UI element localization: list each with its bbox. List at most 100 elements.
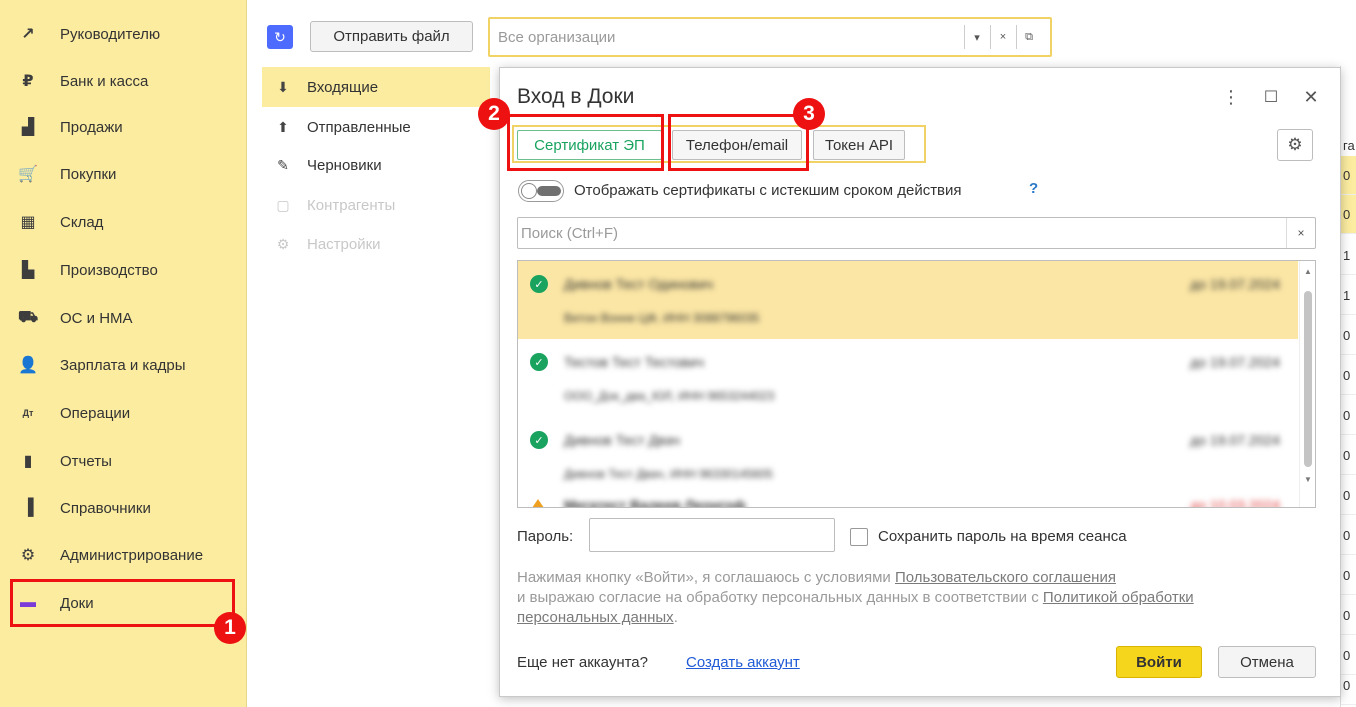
expired-certs-toggle[interactable] bbox=[518, 180, 564, 202]
nav-settings[interactable]: ⚙ Настройки bbox=[262, 224, 490, 264]
close-icon[interactable]: ✕ bbox=[1300, 86, 1322, 108]
table-cell[interactable]: 1 bbox=[1341, 276, 1356, 315]
table-cell[interactable]: 0 bbox=[1341, 356, 1356, 395]
sidebar-item-directories[interactable]: ▐ Справочники bbox=[0, 484, 247, 532]
organization-select[interactable]: Все организации ▾ × ⧉ bbox=[488, 17, 1052, 57]
search-input[interactable] bbox=[518, 218, 1286, 248]
highlight-phone-tab bbox=[668, 114, 809, 171]
login-button[interactable]: Войти bbox=[1116, 646, 1202, 678]
create-account-link[interactable]: Создать аккаунт bbox=[686, 654, 800, 671]
sidebar-item-purchases[interactable]: 🛒 Покупки bbox=[0, 150, 247, 198]
cert-search: × bbox=[517, 217, 1316, 249]
sidebar-item-label: ОС и НМА bbox=[60, 309, 133, 327]
nav-sent[interactable]: ⬆ Отправленные bbox=[262, 107, 490, 147]
maximize-icon[interactable]: ☐ bbox=[1260, 86, 1282, 108]
sidebar-item-salary[interactable]: 👤 Зарплата и кадры bbox=[0, 341, 247, 389]
table-cell[interactable]: 0 bbox=[1341, 195, 1356, 234]
sidebar-item-label: Склад bbox=[60, 213, 104, 231]
user-agreement-link[interactable]: Пользовательского соглашения bbox=[895, 569, 1116, 586]
table-cell[interactable]: 0 bbox=[1341, 556, 1356, 595]
check-icon: ✓ bbox=[530, 431, 548, 449]
terms-text: Нажимая кнопку «Войти», я соглашаюсь с у… bbox=[517, 568, 1317, 628]
more-icon[interactable]: ⋮ bbox=[1220, 86, 1242, 108]
factory-icon: ▙ bbox=[21, 262, 35, 279]
open-icon[interactable]: ⧉ bbox=[1017, 23, 1041, 51]
table-cell[interactable]: 0 bbox=[1341, 476, 1356, 515]
gear-icon: ⚙ bbox=[1287, 135, 1303, 154]
chevron-down-icon[interactable]: ▾ bbox=[965, 23, 989, 51]
outbox-icon: ⬆ bbox=[277, 118, 289, 135]
table-cell[interactable]: 0 bbox=[1341, 316, 1356, 355]
privacy-policy-link[interactable]: Политикой обработки bbox=[1043, 589, 1194, 606]
password-label: Пароль: bbox=[517, 528, 574, 545]
scroll-up-icon[interactable]: ▲ bbox=[1303, 265, 1313, 277]
sidebar-item-production[interactable]: ▙ Производство bbox=[0, 246, 247, 294]
sidebar-item-admin[interactable]: ⚙ Администрирование bbox=[0, 531, 247, 579]
help-icon[interactable]: ? bbox=[1029, 180, 1038, 197]
nav-label: Отправленные bbox=[307, 118, 411, 136]
sidebar-item-label: Справочники bbox=[60, 499, 151, 517]
cert-owner: Мегатест Валеев Леонгоф bbox=[564, 497, 746, 508]
list-item[interactable]: ✓ Дивнов Тест Двач до 19.07.2024 Дивнов … bbox=[518, 417, 1298, 495]
step-badge-1: 1 bbox=[214, 612, 246, 644]
table-cell[interactable]: 0 bbox=[1341, 396, 1356, 435]
sidebar-item-label: Отчеты bbox=[60, 452, 112, 470]
cert-owner: Дивнов Тест Одинович bbox=[564, 276, 714, 292]
table-cell[interactable]: 0 bbox=[1341, 516, 1356, 555]
save-password-checkbox[interactable] bbox=[850, 528, 868, 546]
table-cell[interactable]: 1 bbox=[1341, 236, 1356, 275]
pencil-icon: ✎ bbox=[277, 156, 289, 173]
highlight-doki bbox=[10, 579, 235, 627]
nav-label: Настройки bbox=[307, 235, 381, 253]
list-item[interactable]: Мегатест Валеев Леонгоф до 10.03.2024 bbox=[518, 495, 1298, 508]
cert-org: ООО_Док_два_ЮЛ, ИНН 9653244023 bbox=[564, 389, 775, 403]
scroll-thumb[interactable] bbox=[1304, 291, 1312, 467]
terms-text-2: и выражаю согласие на обработку персонал… bbox=[517, 589, 1043, 606]
contractors-icon: ▢ bbox=[276, 196, 290, 213]
step-badge-3: 3 bbox=[793, 98, 825, 130]
sidebar-item-label: Операции bbox=[60, 404, 131, 422]
cart-icon: 🛒 bbox=[18, 166, 38, 183]
settings-button[interactable]: ⚙ bbox=[1277, 129, 1313, 161]
bar-chart-icon: ▮ bbox=[23, 453, 33, 470]
organization-field[interactable]: Все организации bbox=[490, 19, 964, 55]
scrollbar[interactable]: ▲ ▼ bbox=[1299, 261, 1315, 507]
highlight-certificate-tab bbox=[507, 114, 664, 171]
cancel-button[interactable]: Отмена bbox=[1218, 646, 1316, 678]
tab-token-api[interactable]: Токен API bbox=[813, 130, 905, 160]
sidebar-item-label: Банк и касса bbox=[60, 72, 149, 90]
scroll-down-icon[interactable]: ▼ bbox=[1303, 473, 1313, 485]
sidebar-item-label: Производство bbox=[60, 261, 158, 279]
table-cell[interactable]: 0 bbox=[1341, 436, 1356, 475]
warning-icon bbox=[530, 499, 546, 507]
privacy-policy-link-cont[interactable]: персональных данных bbox=[517, 609, 674, 626]
sidebar-item-bank[interactable]: ₽ Банк и касса bbox=[0, 57, 247, 105]
nav-contractors[interactable]: ▢ Контрагенты bbox=[262, 185, 490, 225]
sidebar-item-label: Администрирование bbox=[60, 546, 204, 564]
table-cell[interactable]: 0 bbox=[1341, 596, 1356, 635]
send-file-button[interactable]: Отправить файл bbox=[310, 21, 473, 52]
nav-inbox[interactable]: ⬇ Входящие bbox=[262, 67, 490, 107]
sidebar-item-os-nma[interactable]: ⛟ ОС и НМА bbox=[0, 294, 247, 342]
table-cell[interactable]: 0 bbox=[1341, 156, 1356, 195]
nav-drafts[interactable]: ✎ Черновики bbox=[262, 145, 490, 185]
clear-icon[interactable]: × bbox=[991, 23, 1015, 51]
password-field[interactable] bbox=[589, 518, 835, 552]
cert-expiry: до 10.03.2024 bbox=[1190, 497, 1280, 508]
inbox-icon: ⬇ bbox=[277, 78, 289, 95]
sidebar-item-reports[interactable]: ▮ Отчеты bbox=[0, 437, 247, 485]
list-item[interactable]: ✓ Тестов Тест Тестович до 19.07.2024 ООО… bbox=[518, 339, 1298, 417]
bag-icon: ▟ bbox=[21, 119, 35, 136]
clear-icon[interactable]: × bbox=[1286, 218, 1315, 248]
sidebar-item-warehouse[interactable]: ▦ Склад bbox=[0, 198, 247, 246]
sidebar-item-rukovoditelyu[interactable]: ↗ Руководителю bbox=[0, 10, 247, 58]
refresh-button[interactable]: ↻ bbox=[267, 25, 293, 49]
check-icon: ✓ bbox=[530, 353, 548, 371]
list-item[interactable]: ✓ Дивнов Тест Одинович до 19.07.2024 Вит… bbox=[518, 261, 1298, 339]
sidebar-item-operations[interactable]: Дт Операции bbox=[0, 389, 247, 437]
table-cell[interactable]: 0 bbox=[1341, 666, 1356, 705]
sidebar-item-sales[interactable]: ▟ Продажи bbox=[0, 103, 247, 151]
warehouse-icon: ▦ bbox=[20, 214, 36, 231]
cert-org: Витон Вонне ЦФ, ИНН 3088796035 bbox=[564, 311, 760, 325]
ruble-icon: ₽ bbox=[22, 73, 34, 90]
